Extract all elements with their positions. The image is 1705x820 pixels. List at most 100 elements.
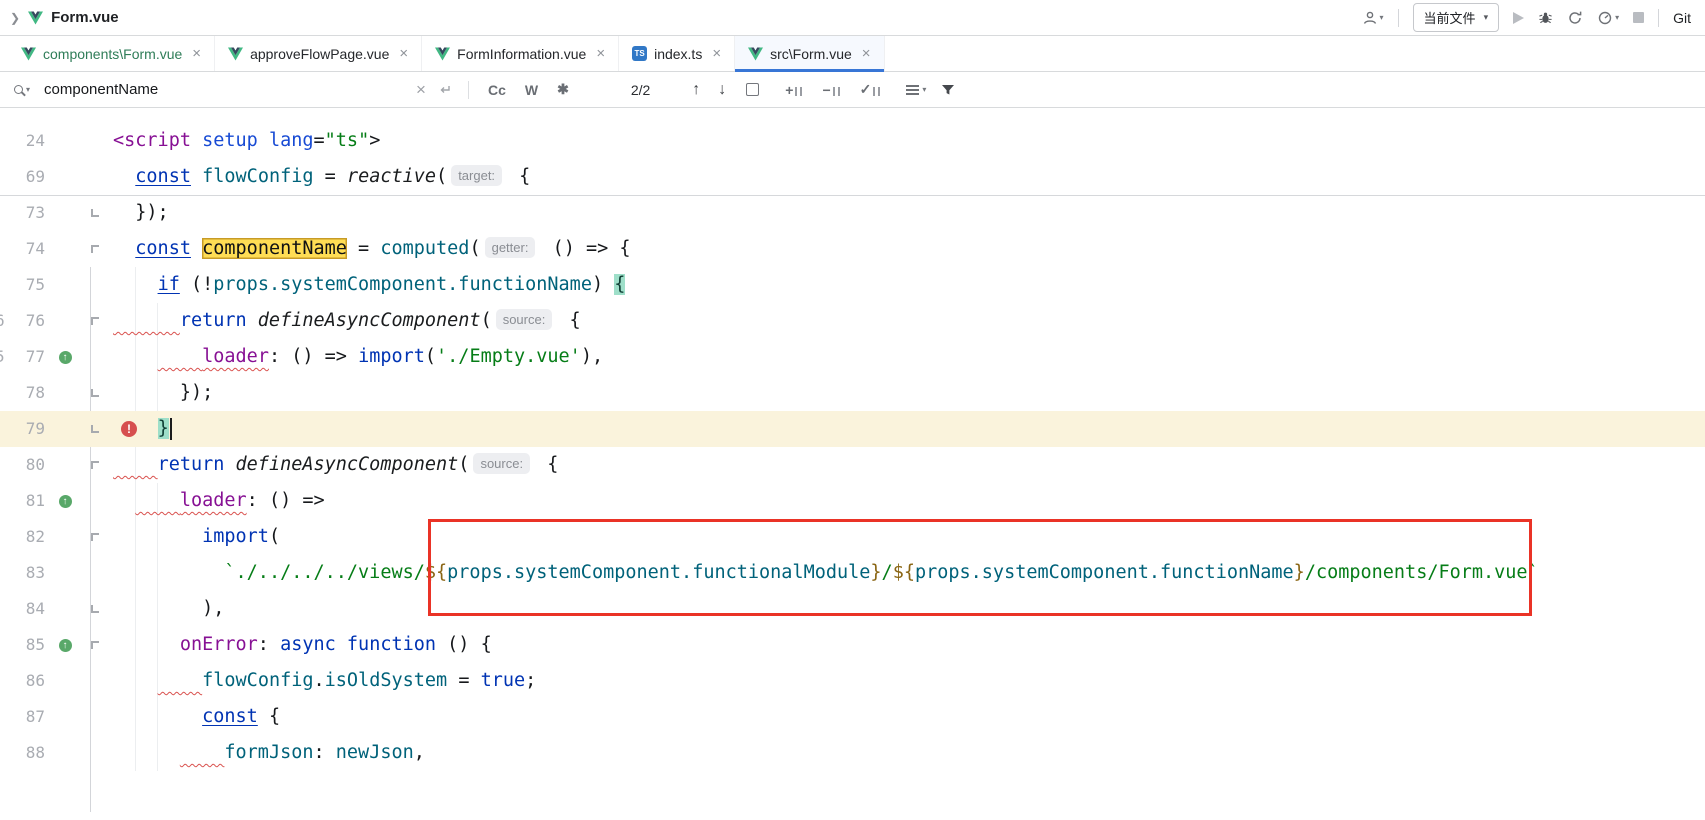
run-configuration-selector[interactable]: 当前文件 ▾: [1413, 3, 1500, 32]
code-line-83[interactable]: 83 `./../../../views/${props.systemCompo…: [0, 555, 1705, 591]
code-line-82[interactable]: 82 import(: [0, 519, 1705, 555]
code-text[interactable]: <script setup lang="ts">: [105, 123, 380, 159]
line-number[interactable]: 81: [0, 483, 45, 519]
gutter[interactable]: 69: [0, 159, 105, 195]
gutter[interactable]: 85 ↑: [0, 627, 105, 663]
gutter[interactable]: 75: [0, 267, 105, 303]
line-number[interactable]: 85: [0, 627, 45, 663]
gutter[interactable]: 88: [0, 735, 105, 771]
code-text[interactable]: onError: async function () {: [105, 627, 492, 663]
tab-approveflowpage-vue[interactable]: approveFlowPage.vue×: [215, 36, 422, 71]
tab-src-form-vue[interactable]: src\Form.vue×: [735, 36, 884, 71]
fold-start-icon[interactable]: [91, 533, 99, 541]
code-line-73[interactable]: 73 });: [0, 195, 1705, 231]
code-line-79[interactable]: 79 }!: [0, 411, 1705, 447]
code-text[interactable]: });: [105, 375, 213, 411]
code-line-76[interactable]: 76 return defineAsyncComponent(source: {: [0, 303, 1705, 339]
search-icon[interactable]: ▾: [14, 85, 30, 94]
newline-icon[interactable]: [438, 84, 452, 96]
code-line-77[interactable]: 77↑ loader: () => import('./Empty.vue'),: [0, 339, 1705, 375]
stop-button[interactable]: [1633, 12, 1644, 23]
line-number[interactable]: 84: [0, 591, 45, 627]
error-icon[interactable]: !: [121, 421, 137, 437]
code-line-81[interactable]: 81 ↑ loader: () =>: [0, 483, 1705, 519]
code-text[interactable]: if (!props.systemComponent.functionName)…: [105, 267, 625, 303]
code-text[interactable]: const componentName = computed(getter: (…: [105, 231, 631, 267]
line-number[interactable]: 78: [0, 375, 45, 411]
code-line-87[interactable]: 87 const {: [0, 699, 1705, 735]
gutter[interactable]: 79: [0, 411, 105, 447]
run-gutter-icon[interactable]: ↑: [59, 639, 72, 652]
code-line-88[interactable]: 88 formJson: newJson,: [0, 735, 1705, 771]
code-line-78[interactable]: 78 });: [0, 375, 1705, 411]
line-number[interactable]: 80: [0, 447, 45, 483]
code-line-69[interactable]: 69 const flowConfig = reactive(target: {: [0, 159, 1705, 195]
close-tab-icon[interactable]: ×: [596, 45, 605, 62]
filter-funnel-icon[interactable]: [940, 82, 956, 98]
clear-search-icon[interactable]: ×: [416, 80, 426, 100]
code-line-74[interactable]: 74 const componentName = computed(getter…: [0, 231, 1705, 267]
code-text[interactable]: ),: [105, 591, 224, 627]
line-number[interactable]: 83: [0, 555, 45, 591]
gutter[interactable]: 24: [0, 123, 105, 159]
code-line-86[interactable]: 86 flowConfig.isOldSystem = true;: [0, 663, 1705, 699]
line-number[interactable]: 69: [0, 159, 45, 195]
gutter[interactable]: 78: [0, 375, 105, 411]
code-text[interactable]: const {: [105, 699, 280, 735]
code-line-84[interactable]: 84 ),: [0, 591, 1705, 627]
code-text[interactable]: loader: () =>: [105, 483, 325, 519]
code-text[interactable]: }: [105, 411, 172, 447]
code-text[interactable]: formJson: newJson,: [105, 735, 425, 771]
line-number[interactable]: 87: [0, 699, 45, 735]
tab-forminformation-vue[interactable]: FormInformation.vue×: [422, 36, 619, 71]
line-number[interactable]: 24: [0, 123, 45, 159]
fold-end-icon[interactable]: [91, 389, 99, 397]
line-number[interactable]: 73: [0, 195, 45, 231]
close-tab-icon[interactable]: ×: [862, 45, 871, 62]
code-line-75[interactable]: 75 if (!props.systemComponent.functionNa…: [0, 267, 1705, 303]
debug-button[interactable]: [1538, 10, 1553, 25]
gutter[interactable]: 76: [0, 303, 105, 339]
profiler-button[interactable]: ▾: [1597, 10, 1619, 26]
code-text[interactable]: `./../../../views/${props.systemComponen…: [105, 555, 1539, 591]
tab-components-form-vue[interactable]: components\Form.vue×: [8, 36, 215, 71]
code-text[interactable]: return defineAsyncComponent(source: {: [105, 447, 558, 483]
code-text[interactable]: return defineAsyncComponent(source: {: [105, 303, 581, 339]
code-line-24[interactable]: 24 <script setup lang="ts">: [0, 123, 1705, 159]
match-case-toggle[interactable]: Cc: [488, 82, 506, 98]
close-tab-icon[interactable]: ×: [712, 45, 721, 62]
code-text[interactable]: import(: [105, 519, 280, 555]
fold-start-icon[interactable]: [91, 317, 99, 325]
add-occurrence-button[interactable]: +: [785, 82, 802, 98]
code-text[interactable]: const flowConfig = reactive(target: {: [105, 159, 530, 195]
git-menu[interactable]: Git: [1673, 10, 1691, 26]
fold-start-icon[interactable]: [91, 461, 99, 469]
next-match-button[interactable]: ↓: [718, 81, 726, 99]
fold-end-icon[interactable]: [91, 209, 99, 217]
run-button[interactable]: [1513, 12, 1524, 24]
previous-match-button[interactable]: ↑: [692, 81, 700, 99]
gutter[interactable]: 81 ↑: [0, 483, 105, 519]
gutter[interactable]: 73: [0, 195, 105, 231]
remove-occurrence-button[interactable]: −: [822, 82, 839, 98]
gutter[interactable]: 80: [0, 447, 105, 483]
search-input[interactable]: componentName: [44, 81, 416, 98]
gutter[interactable]: 74: [0, 231, 105, 267]
search-in-selection-icon[interactable]: [746, 83, 759, 96]
select-all-occurrences-button[interactable]: ✓: [860, 81, 881, 98]
gutter[interactable]: 77↑: [0, 339, 105, 375]
line-number[interactable]: 88: [0, 735, 45, 771]
whole-words-toggle[interactable]: W: [525, 82, 538, 98]
run-gutter-icon[interactable]: ↑: [59, 495, 72, 508]
search-options-icon[interactable]: ▾: [906, 85, 926, 94]
regex-toggle[interactable]: ✱: [557, 81, 569, 98]
fold-end-icon[interactable]: [91, 605, 99, 613]
fold-end-icon[interactable]: [91, 425, 99, 433]
line-number[interactable]: 75: [0, 267, 45, 303]
gutter[interactable]: 83: [0, 555, 105, 591]
code-text[interactable]: loader: () => import('./Empty.vue'),: [105, 339, 603, 375]
search-history-caret-icon[interactable]: ▾: [26, 85, 30, 94]
code-text[interactable]: });: [105, 195, 169, 231]
code-line-80[interactable]: 80 return defineAsyncComponent(source: {: [0, 447, 1705, 483]
close-tab-icon[interactable]: ×: [399, 45, 408, 62]
